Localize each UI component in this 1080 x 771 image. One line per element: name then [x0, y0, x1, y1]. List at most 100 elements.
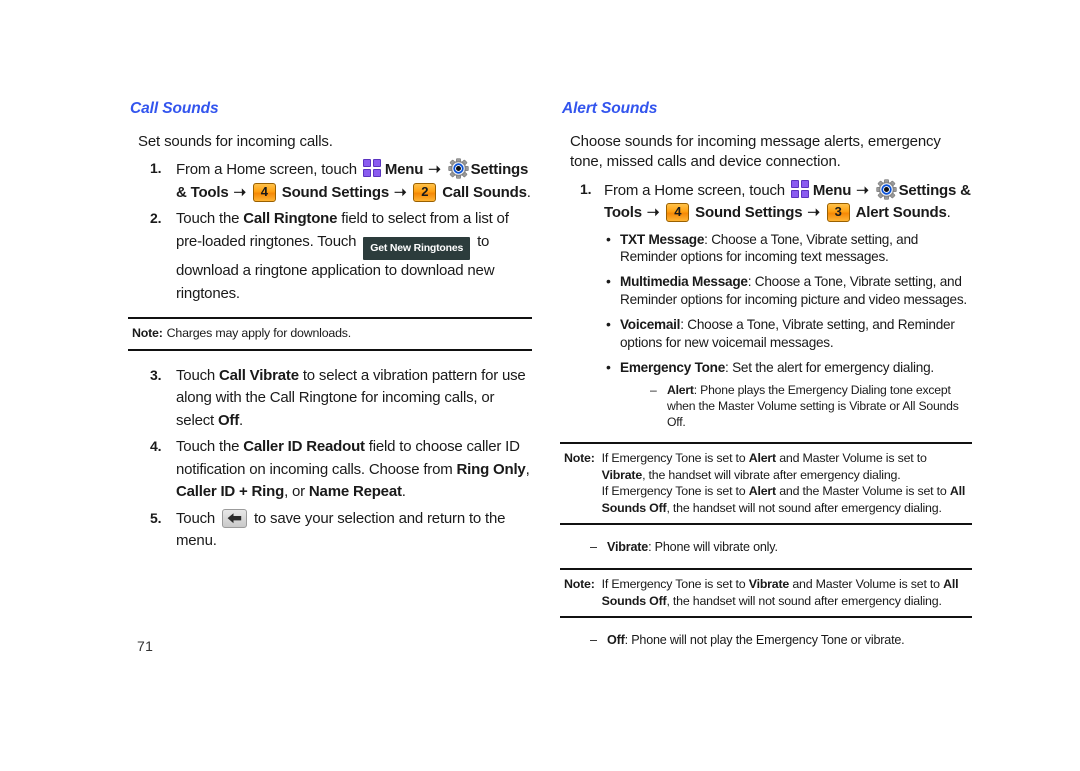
- step-5: 5. Touch to save your selection and retu…: [128, 508, 532, 553]
- note-part: and Master Volume is set to: [775, 451, 927, 466]
- step-text: Touch: [176, 509, 219, 527]
- caller-id-ring-term: Caller ID + Ring: [176, 483, 285, 501]
- term: Off: [607, 633, 625, 648]
- emergency-tone-options: Alert: Phone plays the Emergency Dialing…: [620, 382, 972, 430]
- tools-label: Tools: [190, 183, 229, 201]
- description: : Set the alert for emergency dialing.: [725, 360, 934, 376]
- get-new-ringtones-button[interactable]: Get New Ringtones: [363, 236, 471, 261]
- page-title-call-sounds: Call Sounds: [130, 100, 219, 117]
- tools-label: Tools: [604, 204, 642, 221]
- step-text-pre: From a Home screen, touch: [604, 181, 785, 199]
- gear-icon: [447, 158, 469, 179]
- step-text-pre: From a Home screen, touch: [176, 161, 357, 179]
- alert-term: Alert: [748, 451, 776, 466]
- vibrate-term: Vibrate: [601, 467, 643, 482]
- note-text: If Emergency Tone is set to Alert and Ma…: [602, 450, 970, 516]
- term: Alert: [667, 383, 694, 398]
- note-charges: Note: Charges may apply for downloads.: [128, 317, 532, 351]
- term: Vibrate: [607, 540, 649, 555]
- note-emergency-vibrate: Note: If Emergency Tone is set to Vibrat…: [560, 568, 972, 619]
- back-arrow-icon[interactable]: [222, 508, 247, 528]
- name-repeat-term: Name Repeat: [308, 483, 402, 501]
- description: : Phone will vibrate only.: [648, 540, 778, 555]
- step-number: 3.: [150, 366, 162, 383]
- manual-page: Call Sounds Set sounds for incoming call…: [0, 0, 1080, 771]
- step-number: 1.: [150, 160, 162, 177]
- arrow-icon: ➝: [424, 161, 445, 179]
- note-part: , the handset will not sound after emerg…: [666, 500, 942, 515]
- page-number: 71: [137, 638, 154, 654]
- term: Emergency Tone: [620, 360, 726, 376]
- call-sounds-label: Call Sounds: [442, 183, 527, 201]
- note-label: Note:: [564, 451, 595, 466]
- list-item-vibrate: Vibrate: Phone will vibrate only.: [560, 539, 972, 556]
- badge-4: 4: [252, 182, 276, 202]
- list-item-txt-message: TXT Message: Choose a Tone, Vibrate sett…: [604, 230, 972, 267]
- step-text: ,: [525, 460, 530, 478]
- menu-label: Menu: [812, 181, 852, 199]
- right-column: Alert Sounds Choose sounds for incoming …: [560, 100, 972, 649]
- call-sounds-steps-continued: 3. Touch Call Vibrate to select a vibrat…: [128, 365, 532, 553]
- step-text: Touch: [176, 366, 219, 384]
- arrow-icon: ➝: [642, 204, 664, 221]
- list-item-emergency-tone: Emergency Tone: Set the alert for emerge…: [604, 358, 972, 430]
- step-text: Touch the: [176, 210, 244, 228]
- step-number: 5.: [150, 509, 162, 526]
- period: .: [946, 204, 951, 221]
- call-sounds-steps: 1. From a Home screen, touch Menu ➝ Sett…: [128, 158, 532, 305]
- page-title-alert-sounds: Alert Sounds: [562, 100, 658, 117]
- step-number: 4.: [150, 438, 162, 455]
- menu-grid-icon: [790, 179, 810, 199]
- sound-settings-label: Sound Settings: [281, 183, 389, 201]
- vibrate-term: Vibrate: [748, 577, 790, 592]
- arrow-icon: ➝: [389, 183, 411, 201]
- badge-3: 3: [826, 203, 850, 222]
- note-part: , the handset will vibrate after emergen…: [642, 467, 901, 482]
- note-text: Charges may apply for downloads.: [166, 326, 352, 341]
- list-item-voicemail: Voicemail: Choose a Tone, Vibrate settin…: [604, 315, 972, 352]
- alert-type-list: TXT Message: Choose a Tone, Vibrate sett…: [604, 230, 972, 431]
- sound-settings-label: Sound Settings: [695, 204, 803, 221]
- caller-id-readout-term: Caller ID Readout: [243, 438, 365, 456]
- ring-only-term: Ring Only: [456, 460, 526, 478]
- step-text: .: [239, 411, 243, 429]
- menu-grid-icon: [362, 159, 382, 178]
- step-text: Touch the: [176, 438, 244, 456]
- step-4: 4. Touch the Caller ID Readout field to …: [128, 436, 532, 504]
- alert-term: Alert: [748, 484, 776, 499]
- step-text: .: [401, 483, 406, 501]
- badge-2: 2: [413, 182, 437, 202]
- description: : Phone will not play the Emergency Tone…: [624, 633, 905, 648]
- step-1: 1. From a Home screen, touch Menu ➝ Sett…: [560, 178, 972, 431]
- call-ringtone-term: Call Ringtone: [243, 210, 338, 228]
- gear-icon: [875, 178, 897, 200]
- term: Voicemail: [620, 317, 681, 333]
- term: Multimedia Message: [620, 274, 748, 290]
- note-label: Note:: [132, 326, 163, 341]
- settings-label: Settings &: [898, 181, 971, 199]
- note-part: If Emergency Tone is set to: [601, 484, 749, 499]
- arrow-icon: ➝: [852, 181, 873, 199]
- step-number: 2.: [150, 210, 162, 227]
- list-item-alert: Alert: Phone plays the Emergency Dialing…: [650, 382, 972, 430]
- description: : Phone plays the Emergency Dialing tone…: [667, 383, 959, 430]
- list-item-off: Off: Phone will not play the Emergency T…: [560, 632, 972, 649]
- call-sounds-intro: Set sounds for incoming calls.: [138, 133, 333, 150]
- menu-label: Menu: [384, 161, 424, 179]
- call-vibrate-term: Call Vibrate: [219, 366, 299, 384]
- note-part: and the Master Volume is set to: [775, 484, 950, 499]
- alert-sounds-label: Alert Sounds: [855, 204, 947, 221]
- term: TXT Message: [620, 231, 705, 247]
- note-text: If Emergency Tone is set to Vibrate and …: [602, 576, 970, 609]
- note-part: If Emergency Tone is set to: [601, 451, 749, 466]
- arrow-icon: ➝: [229, 183, 250, 201]
- note-part: If Emergency Tone is set to: [601, 577, 749, 592]
- badge-4: 4: [666, 203, 690, 222]
- period: .: [526, 183, 531, 201]
- note-part: and Master Volume is set to: [789, 577, 944, 592]
- step-3: 3. Touch Call Vibrate to select a vibrat…: [128, 365, 532, 433]
- off-term: Off: [217, 411, 240, 429]
- alert-sounds-intro: Choose sounds for incoming message alert…: [570, 133, 941, 171]
- step-number: 1.: [580, 180, 592, 197]
- alert-sounds-steps: 1. From a Home screen, touch Menu ➝ Sett…: [560, 178, 972, 431]
